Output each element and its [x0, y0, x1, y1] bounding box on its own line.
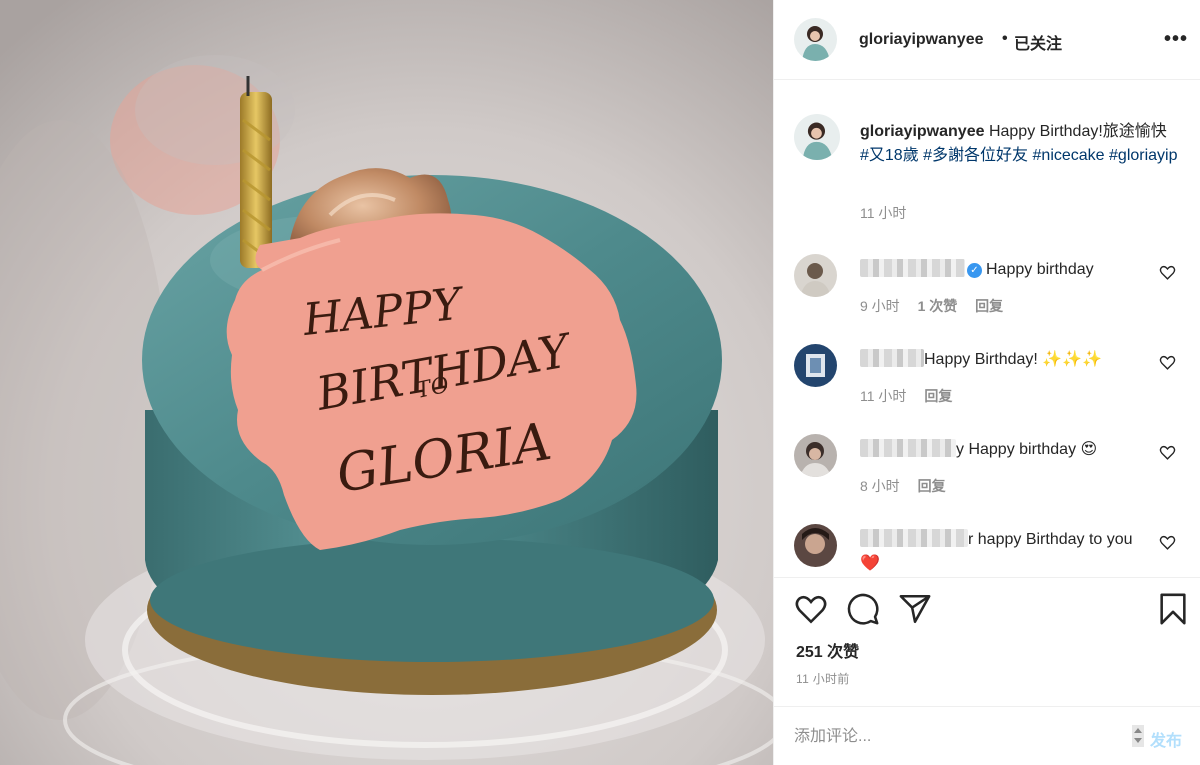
caption-avatar[interactable] [794, 114, 840, 160]
comment-time[interactable]: 9 小时 [860, 298, 900, 314]
hashtag-link[interactable]: #又18歲 [860, 147, 919, 164]
hashtag-link[interactable]: #nicecake [1033, 147, 1105, 164]
caption-body: Happy Birthday!旅途愉快 [988, 123, 1167, 140]
cake-image: HAPPY BIRTHDAY TO GLORIA [0, 0, 773, 765]
comment-like-heart-icon[interactable] [1159, 534, 1176, 551]
comment-item: Happy Birthday! ✨✨✨ 11 小时 回复 [774, 344, 1200, 424]
comment-like-heart-icon[interactable] [1159, 354, 1176, 371]
caption-timestamp[interactable]: 11 小时 [860, 203, 906, 223]
comment-body: Happy Birthday! ✨✨✨ [924, 351, 1103, 368]
textarea-scroll-arrows-icon[interactable] [1132, 725, 1144, 747]
comment-bubble-icon[interactable] [846, 592, 880, 626]
blurred-username [860, 259, 965, 277]
comment-meta: 11 小时 回复 [860, 386, 966, 406]
reply-button[interactable]: 回复 [918, 478, 946, 494]
commenter-avatar[interactable] [794, 344, 837, 387]
separator-dot: • [1002, 30, 1008, 47]
comment-meta: 8 小时 回复 [860, 476, 960, 496]
add-comment-bar: 发布 [774, 706, 1200, 765]
likes-count[interactable]: 251 次赞 [796, 638, 859, 662]
hashtag-link[interactable]: #gloriayip [1109, 147, 1177, 164]
blurred-username [860, 349, 924, 367]
commenter-avatar[interactable] [794, 254, 837, 297]
comment-like-heart-icon[interactable] [1159, 264, 1176, 281]
comment-item: y Happy birthday 😍 8 小时 回复 [774, 434, 1200, 514]
comment-text: y Happy birthday 😍 [860, 438, 1150, 462]
post-header: gloriayipwanyee • 已关注 ••• [774, 0, 1200, 80]
comment-item: ✓ Happy birthday 9 小时 1 次赞 回复 [774, 254, 1200, 334]
comment-time[interactable]: 8 小时 [860, 478, 900, 494]
comment-text: ✓ Happy birthday [860, 258, 1150, 282]
caption-text: gloriayipwanyee Happy Birthday!旅途愉快 #又18… [860, 120, 1180, 168]
reply-button[interactable]: 回复 [975, 298, 1003, 314]
hashtag-link[interactable]: #多謝各位好友 [923, 147, 1028, 164]
comment-body: y Happy birthday 😍 [956, 441, 1098, 458]
blurred-username [860, 439, 956, 457]
owner-avatar[interactable] [794, 18, 837, 61]
share-send-icon[interactable] [898, 592, 932, 626]
post-side-panel: gloriayipwanyee • 已关注 ••• gloriayipwanye… [773, 0, 1200, 765]
post-actions: 251 次赞 11 小时前 [774, 577, 1200, 697]
publish-button[interactable]: 发布 [1150, 727, 1182, 751]
post-timestamp[interactable]: 11 小时前 [796, 670, 850, 687]
comment-text: Happy Birthday! ✨✨✨ [860, 348, 1150, 372]
owner-username[interactable]: gloriayipwanyee [859, 31, 984, 49]
caption-username[interactable]: gloriayipwanyee [860, 123, 985, 140]
verified-badge-icon: ✓ [967, 263, 982, 278]
like-heart-icon[interactable] [794, 592, 828, 626]
comment-time[interactable]: 11 小时 [860, 388, 906, 404]
comment-likes[interactable]: 1 次赞 [918, 298, 958, 314]
commenter-avatar[interactable] [794, 434, 837, 477]
commenter-avatar[interactable] [794, 524, 837, 567]
add-comment-input[interactable] [794, 721, 1124, 753]
save-bookmark-icon[interactable] [1156, 592, 1190, 626]
blurred-username [860, 529, 968, 547]
comment-body: Happy birthday [986, 261, 1094, 278]
post-photo: HAPPY BIRTHDAY TO GLORIA [0, 0, 773, 765]
comment-like-heart-icon[interactable] [1159, 444, 1176, 461]
comment-text: r happy Birthday to you❤️ [860, 528, 1150, 576]
more-options-icon[interactable]: ••• [1164, 28, 1188, 51]
comment-meta: 9 小时 1 次赞 回复 [860, 296, 1017, 316]
reply-button[interactable]: 回复 [924, 388, 952, 404]
follow-status-button[interactable]: 已关注 [1014, 30, 1062, 54]
